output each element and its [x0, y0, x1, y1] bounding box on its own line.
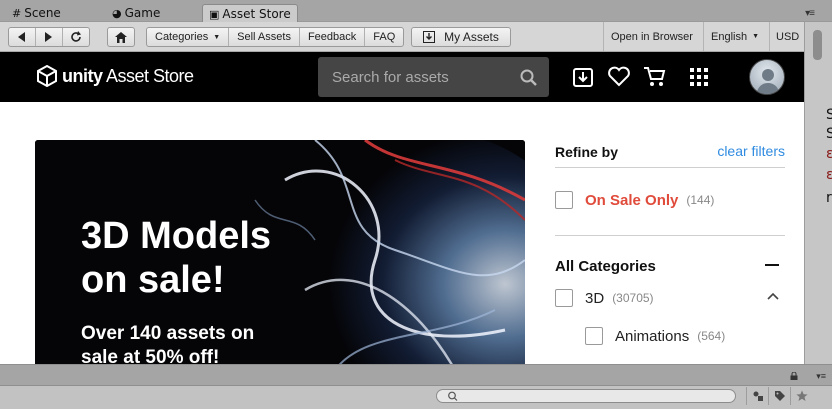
clear-filters-link[interactable]: clear filters	[717, 143, 785, 159]
logo-product-text: Asset Store	[102, 65, 194, 86]
collapse-minus-icon[interactable]	[765, 264, 779, 266]
project-filter-buttons	[746, 387, 812, 405]
favorites-button[interactable]	[790, 387, 812, 405]
search-icon	[448, 391, 458, 401]
logo-brand-text: unity	[62, 65, 103, 86]
search-icon[interactable]	[520, 69, 537, 86]
forward-arrow-icon	[45, 32, 52, 42]
open-in-browser-button[interactable]: Open in Browser	[603, 22, 703, 51]
unity-editor-window: { "editor_tabs": [ {"label": "Scene", "i…	[0, 0, 832, 409]
lock-icon[interactable]	[790, 372, 798, 380]
unity-cube-icon	[37, 65, 57, 87]
category-3d-count: (30705)	[612, 291, 654, 305]
tab-options-menu-icon[interactable]: ▾≡	[805, 8, 815, 19]
store-bag-icon: ▣	[209, 8, 220, 21]
cart-icon[interactable]	[642, 64, 668, 90]
heart-icon[interactable]	[606, 64, 632, 90]
store-nav-group: Categories ▼ Sell Assets Feedback FAQ	[146, 27, 405, 47]
category-3d-label: 3D	[585, 289, 605, 307]
browser-toolbar: Categories ▼ Sell Assets Feedback FAQ My …	[0, 22, 832, 52]
unity-asset-store-logo[interactable]: unity Asset Store	[36, 65, 194, 87]
edge-glyph: S	[826, 126, 832, 142]
edge-glyph: ε	[826, 167, 832, 183]
project-panel: ▾≡	[0, 364, 832, 409]
apps-grid-icon[interactable]	[686, 64, 712, 90]
edge-glyph: r	[826, 190, 832, 206]
store-header: unity Asset Store Search for assets	[0, 52, 804, 102]
edge-glyph: S	[826, 107, 832, 123]
store-search-box[interactable]: Search for assets	[318, 57, 549, 97]
project-search-input[interactable]	[436, 389, 736, 403]
currency-dropdown[interactable]: USD	[769, 22, 804, 51]
tab-scene[interactable]: # Scene	[6, 4, 67, 22]
feedback-link[interactable]: Feedback	[300, 28, 366, 46]
search-input[interactable]: Search for assets	[332, 69, 449, 86]
filter-by-type-button[interactable]	[746, 387, 768, 405]
tab-asset-store[interactable]: ▣ Asset Store	[202, 4, 298, 23]
tag-icon	[774, 391, 785, 401]
refine-by-heading: Refine by	[555, 144, 619, 160]
nav-button-group	[8, 27, 90, 47]
category-3d-filter[interactable]: 3D (30705)	[555, 289, 654, 307]
filter-by-label-button[interactable]	[768, 387, 790, 405]
editor-tab-strip: # Scene ◕ Game ▣ Asset Store ▾≡	[0, 0, 832, 23]
language-dropdown[interactable]: English ▼	[703, 22, 769, 51]
faq-link[interactable]: FAQ	[365, 28, 403, 46]
divider	[555, 167, 785, 168]
home-button[interactable]	[107, 27, 135, 47]
store-content: 3D Models on sale! Over 140 assets on sa…	[0, 102, 804, 364]
panel-options-menu-icon[interactable]: ▾≡	[816, 371, 826, 382]
back-button[interactable]	[9, 28, 36, 46]
pacman-icon: ◕	[112, 7, 122, 20]
divider	[555, 235, 785, 236]
sell-assets-link[interactable]: Sell Assets	[229, 28, 300, 46]
category-3d-checkbox[interactable]	[555, 289, 573, 307]
type-filter-icon	[753, 391, 763, 401]
on-sale-count: (144)	[686, 193, 715, 207]
reload-button[interactable]	[63, 28, 89, 46]
hero-title: 3D Models on sale!	[81, 215, 272, 301]
categories-dropdown[interactable]: Categories ▼	[147, 28, 230, 46]
on-sale-filter[interactable]: On Sale Only (144)	[555, 191, 714, 209]
dropdown-caret-icon: ▼	[213, 33, 221, 41]
edge-glyph: ε	[826, 146, 832, 162]
all-categories-heading: All Categories	[555, 258, 656, 275]
hero-subtitle: Over 140 assets on sale at 50% off!	[81, 323, 255, 364]
dropdown-caret-icon: ▼	[752, 33, 760, 40]
project-panel-tab-strip: ▾≡	[0, 365, 832, 386]
tab-game[interactable]: ◕ Game	[106, 4, 166, 22]
grid-icon: #	[12, 7, 22, 20]
star-icon	[795, 390, 808, 401]
category-animations-filter[interactable]: Animations (564)	[585, 327, 725, 345]
my-assets-button[interactable]: My Assets	[411, 27, 511, 47]
user-avatar[interactable]	[749, 59, 785, 95]
chevron-up-icon[interactable]	[767, 292, 779, 300]
category-animations-count: (564)	[697, 329, 726, 343]
user-silhouette-icon	[756, 69, 780, 94]
download-box-icon	[423, 31, 436, 43]
on-sale-label: On Sale Only	[585, 191, 679, 209]
vertical-scrollbar[interactable]: S S ε ε r	[804, 22, 832, 364]
category-animations-checkbox[interactable]	[585, 327, 603, 345]
reload-icon	[71, 31, 81, 42]
scrollbar-thumb[interactable]	[813, 30, 822, 60]
back-arrow-icon	[18, 32, 25, 42]
downloads-icon[interactable]	[570, 64, 596, 90]
forward-button[interactable]	[36, 28, 63, 46]
on-sale-checkbox[interactable]	[555, 191, 573, 209]
category-animations-label: Animations	[615, 327, 690, 345]
hero-banner[interactable]: 3D Models on sale! Over 140 assets on sa…	[35, 140, 525, 364]
home-icon	[115, 31, 127, 43]
